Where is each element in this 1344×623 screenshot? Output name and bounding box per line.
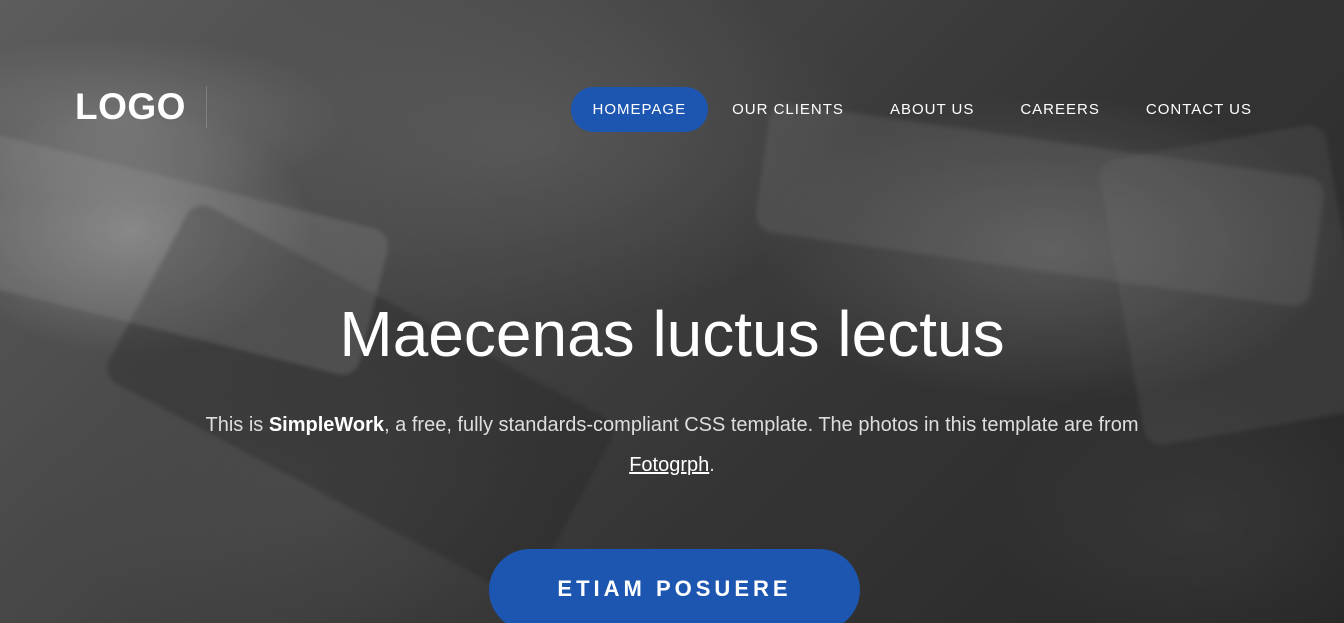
nav-item-careers[interactable]: CAREERS	[998, 87, 1122, 132]
fotogrph-link[interactable]: Fotogrph	[629, 454, 709, 476]
nav-item-homepage[interactable]: HOMEPAGE	[570, 87, 709, 132]
nav-item-about-us[interactable]: ABOUT US	[868, 87, 996, 132]
nav-item-our-clients[interactable]: OUR CLIENTS	[710, 87, 866, 132]
hero-title: Maecenas luctus lectus	[339, 298, 1005, 370]
intro-prefix: This is	[205, 414, 269, 436]
cta-button[interactable]: ETIAM POSUERE	[489, 549, 860, 623]
main-nav: HOMEPAGE OUR CLIENTS ABOUT US CAREERS CO…	[569, 87, 1275, 132]
intro-brand: SimpleWork	[268, 414, 385, 436]
hero-section: LOGO HOMEPAGE OUR CLIENTS ABOUT US CAREE…	[0, 0, 1344, 623]
nav-item-contact-us[interactable]: CONTACT US	[1124, 87, 1274, 132]
site-logo[interactable]: LOGO	[75, 86, 207, 128]
intro-middle: , a free, fully standards-compliant CSS …	[384, 414, 1139, 436]
hero-intro: This is SimpleWork, a free, fully standa…	[172, 405, 1172, 485]
intro-suffix: .	[709, 454, 715, 476]
